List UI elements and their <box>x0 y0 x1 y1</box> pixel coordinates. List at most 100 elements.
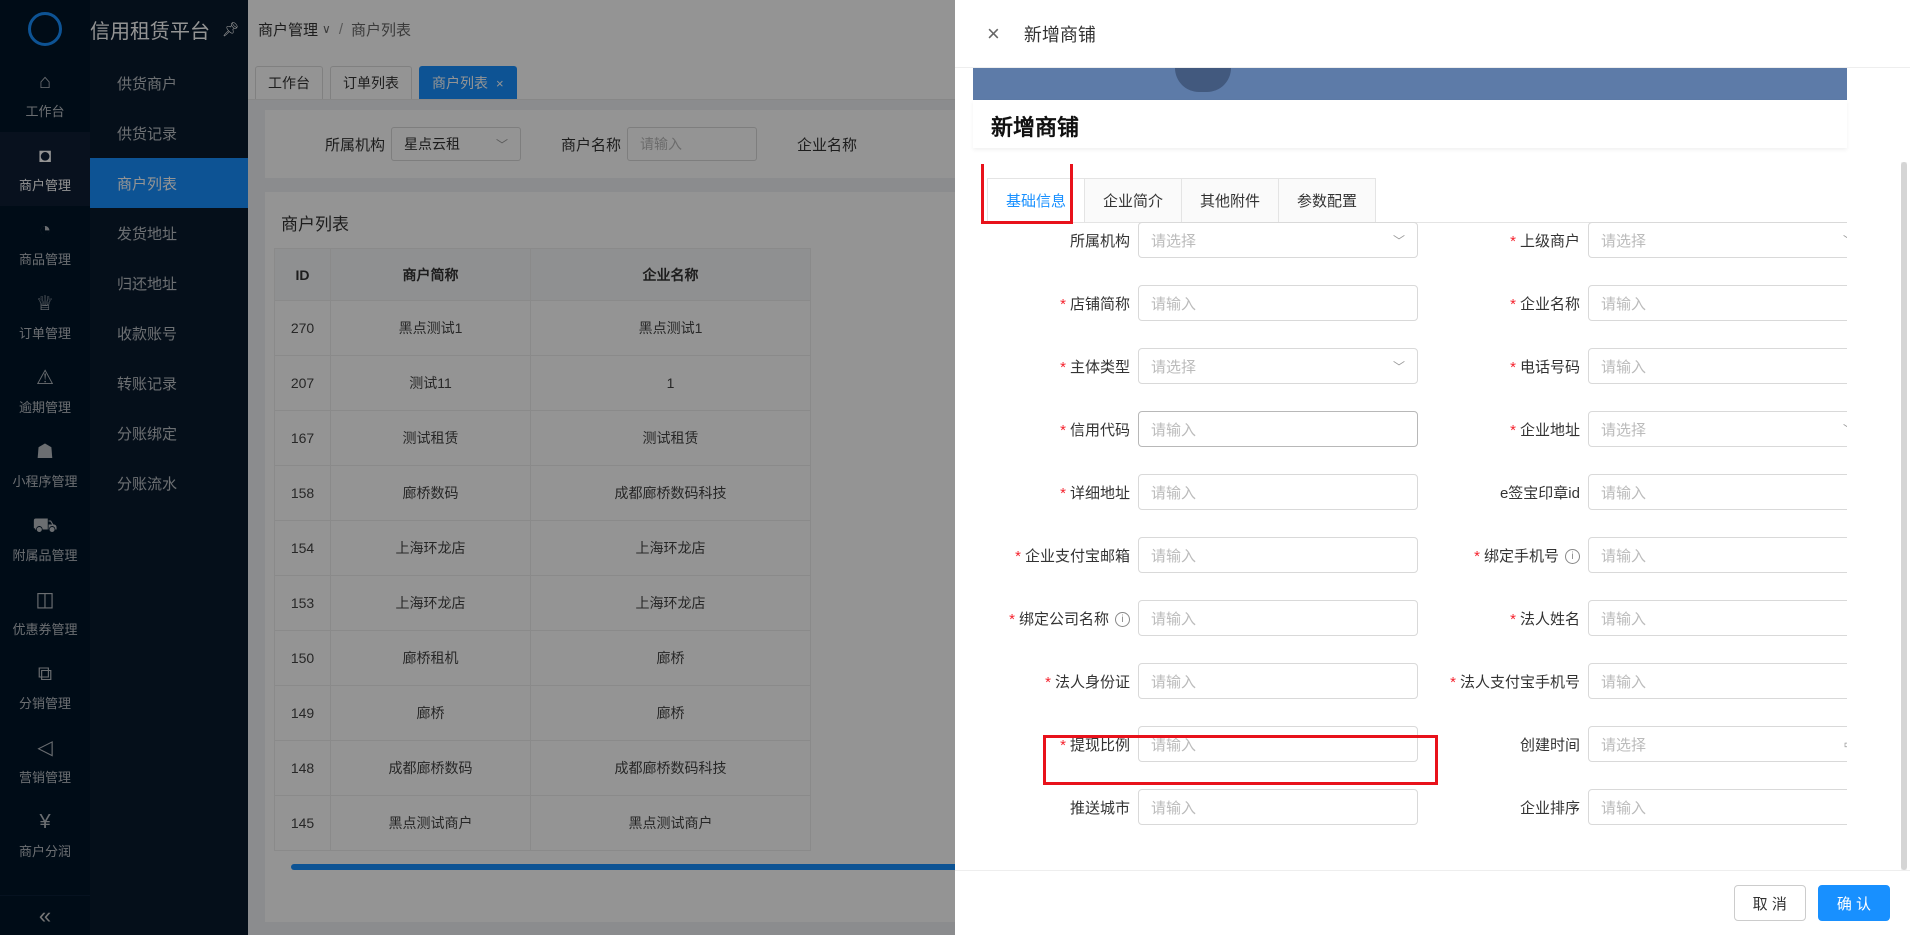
highlight-box-tab <box>981 164 1073 224</box>
calendar-icon: ▭ <box>1844 737 1847 751</box>
tab-label: 其他附件 <box>1200 193 1261 210</box>
form-item: * 法人支付宝手机号 请输入 <box>1423 663 1847 699</box>
form-field-date[interactable]: 请选择 ▭ <box>1588 726 1847 762</box>
info-icon[interactable]: i <box>1565 549 1580 565</box>
confirm-button[interactable]: 确 认 <box>1817 885 1890 921</box>
field-placeholder: 请输入 <box>1151 484 1197 502</box>
field-label: * 企业支付宝邮箱 <box>973 545 1138 566</box>
field-label: * 绑定公司名称 i <box>973 608 1138 629</box>
drawer-title: 新增商铺 <box>1023 24 1096 45</box>
field-label-text: 法人姓名 <box>1519 610 1580 628</box>
field-label: * 企业名称 <box>1423 293 1588 314</box>
form-field-input[interactable]: 请输入 <box>1588 285 1847 321</box>
field-label: * 主体类型 <box>973 356 1138 377</box>
field-label-text: 推送城市 <box>1069 799 1130 817</box>
chevron-down-icon: ﹀ <box>1392 233 1405 248</box>
form-field-input[interactable]: 请输入 <box>1588 474 1847 510</box>
add-shop-drawer: × 新增商铺 新增商铺 基础信息 企业简介 其他附件 参数配置 所属机构 请选择 ﹀… <box>955 0 1910 935</box>
field-label: * 绑定手机号 i <box>1423 545 1588 566</box>
field-label: * 上级商户 <box>1423 230 1588 251</box>
chevron-down-icon: ﹀ <box>1392 359 1405 374</box>
form-item: * 企业名称 请输入 <box>1423 285 1847 321</box>
required-mark: * <box>1510 232 1516 250</box>
field-label-text: 企业地址 <box>1519 421 1580 439</box>
field-label-text: 法人身份证 <box>1054 673 1130 691</box>
field-placeholder: 请输入 <box>1151 673 1197 691</box>
form-field-input[interactable]: 请输入 <box>1588 789 1847 825</box>
tab-param-config[interactable]: 参数配置 <box>1278 178 1377 222</box>
form-field-input[interactable]: 请输入 <box>1138 600 1418 636</box>
field-label: e签宝印章id <box>1423 482 1588 503</box>
form-item: * 信用代码 请输入 <box>973 411 1418 447</box>
form-item: * 详细地址 请输入 <box>973 474 1418 510</box>
field-label: * 信用代码 <box>973 419 1138 440</box>
field-placeholder: 请选择 <box>1151 358 1197 376</box>
form-field-select[interactable]: 请选择 ﹀ <box>1588 222 1847 258</box>
tab-other-attachments[interactable]: 其他附件 <box>1181 178 1280 222</box>
form-field-input[interactable]: 请输入 <box>1138 474 1418 510</box>
info-icon[interactable]: i <box>1115 612 1130 628</box>
form-item: *企业地址请选择﹀ <box>1423 411 1847 447</box>
field-label: * 详细地址 <box>973 482 1138 503</box>
tab-company-intro[interactable]: 企业简介 <box>1084 178 1183 222</box>
field-placeholder: 请选择 <box>1601 736 1647 754</box>
field-label: * 法人姓名 <box>1423 608 1588 629</box>
banner-decoration <box>1175 68 1231 92</box>
required-mark: * <box>1060 421 1066 439</box>
field-placeholder: 请输入 <box>1601 610 1647 628</box>
form-item: * 企业支付宝邮箱 请输入 <box>973 537 1418 573</box>
field-placeholder: 请输入 <box>1601 295 1647 313</box>
field-label: * 电话号码 <box>1423 356 1588 377</box>
form-field-input[interactable]: 请输入 <box>1138 663 1418 699</box>
field-label-text: 所属机构 <box>1069 232 1130 250</box>
form-field-input[interactable]: 请输入 <box>1138 789 1418 825</box>
field-label-text: 企业支付宝邮箱 <box>1024 547 1130 565</box>
field-placeholder: 请选择 <box>1151 232 1197 250</box>
form-item: * 法人身份证 请输入 <box>973 663 1418 699</box>
field-label: * 法人身份证 <box>973 671 1138 692</box>
required-mark: * <box>1060 484 1066 502</box>
field-label-text: 创建时间 <box>1519 736 1580 754</box>
form-field-input[interactable]: 请输入 <box>1588 537 1847 573</box>
field-label-text: 法人支付宝手机号 <box>1459 673 1580 691</box>
form-field-input[interactable]: 请输入 <box>1138 285 1418 321</box>
form-card: 基础信息 企业简介 其他附件 参数配置 所属机构请选择﹀*上级商户请选择﹀*店铺… <box>973 164 1847 870</box>
field-label-text: 店铺简称 <box>1069 295 1130 313</box>
form-field-input[interactable]: 请输入 <box>1588 600 1847 636</box>
form-item: * 绑定手机号 i 请输入 <box>1423 537 1847 573</box>
required-mark: * <box>1060 295 1066 313</box>
form-field-input[interactable]: 请输入 <box>1138 411 1418 447</box>
required-mark: * <box>1510 295 1516 313</box>
field-label: 所属机构 <box>973 230 1138 251</box>
form-field-select[interactable]: 请选择 ﹀ <box>1138 348 1418 384</box>
field-placeholder: 请输入 <box>1601 484 1647 502</box>
form-field-input[interactable]: 请输入 <box>1588 348 1847 384</box>
field-label-text: 上级商户 <box>1519 232 1580 250</box>
field-placeholder: 请输入 <box>1601 358 1647 376</box>
form-field-input[interactable]: 请输入 <box>1588 663 1847 699</box>
field-label-text: 绑定手机号 <box>1483 547 1559 565</box>
form-item: 所属机构 请选择 ﹀ <box>973 222 1418 258</box>
form-item: 推送城市 请输入 <box>973 789 1418 825</box>
field-placeholder: 请输入 <box>1151 295 1197 313</box>
form-field-input[interactable]: 请输入 <box>1138 537 1418 573</box>
shop-heading: 新增商铺 <box>973 100 1847 148</box>
close-icon[interactable]: × <box>987 21 1000 47</box>
required-mark: * <box>1510 421 1516 439</box>
banner-image <box>973 68 1847 100</box>
highlight-box-withdraw-ratio <box>1043 735 1438 785</box>
tab-label: 企业简介 <box>1103 193 1164 210</box>
form-field-select[interactable]: 请选择 ﹀ <box>1588 411 1847 447</box>
field-placeholder: 请选择 <box>1601 421 1647 439</box>
field-label-text: 企业名称 <box>1519 295 1580 313</box>
field-label-text: 详细地址 <box>1069 484 1130 502</box>
drawer-header: × 新增商铺 <box>955 0 1910 68</box>
field-label-text: 电话号码 <box>1519 358 1580 376</box>
form-field-select[interactable]: 请选择 ﹀ <box>1138 222 1418 258</box>
required-mark: * <box>1015 547 1021 565</box>
scrollbar-thumb[interactable] <box>1901 162 1907 870</box>
chevron-down-icon: ﹀ <box>1843 232 1847 249</box>
form-scrollbar[interactable] <box>1901 162 1907 870</box>
cancel-button[interactable]: 取 消 <box>1733 885 1806 921</box>
form-item: e签宝印章id 请输入 <box>1423 474 1847 510</box>
